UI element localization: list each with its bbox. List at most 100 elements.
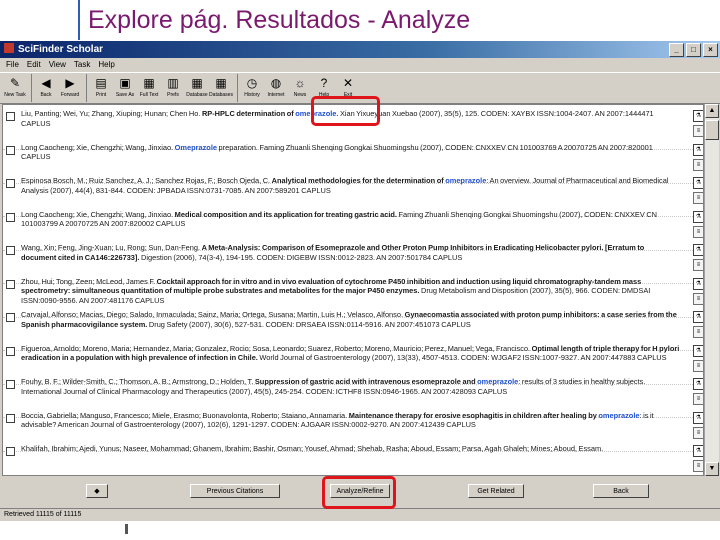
toolbar-label: New Task bbox=[4, 92, 26, 98]
citation-source: World Journal of Gastroenterology (2007)… bbox=[257, 353, 667, 363]
result-checkbox[interactable] bbox=[6, 212, 15, 222]
status-bar: Retrieved 11115 of 11115 bbox=[0, 508, 720, 520]
result-citation: Figueroa, Arnoldo; Moreno, Maria; Hernan… bbox=[21, 344, 681, 364]
document-icon[interactable]: ≡ bbox=[693, 393, 703, 405]
highlight-omeprazole-box bbox=[311, 96, 380, 126]
toolbar-button-internet[interactable]: ◍ Internet bbox=[265, 73, 287, 103]
toolbar-label: History bbox=[244, 92, 260, 98]
scroll-down-arrow-icon[interactable]: ▼ bbox=[705, 462, 719, 476]
toolbar-separator bbox=[31, 74, 32, 102]
vertical-scrollbar[interactable]: ▲ ▼ bbox=[704, 104, 719, 476]
document-icon[interactable]: ≡ bbox=[693, 259, 703, 271]
result-checkbox[interactable] bbox=[6, 413, 15, 423]
microscope-icon[interactable]: ⚗ bbox=[693, 378, 703, 390]
citation-highlight[interactable]: omeprazole bbox=[445, 176, 486, 185]
result-checkbox[interactable] bbox=[6, 313, 15, 322]
prefs-icon: ▥ bbox=[167, 76, 179, 90]
result-actions: ⚗ ≡ bbox=[693, 110, 703, 137]
microscope-icon[interactable]: ⚗ bbox=[693, 210, 703, 223]
citation-authors: Khalifah, Ibrahim; Ajedi, Yunus; Naseer,… bbox=[21, 444, 604, 453]
result-citation: Long Caocheng; Xie, Chengzhi; Wang, Jinx… bbox=[21, 143, 681, 163]
citation-title: Analytical methodologies for the determi… bbox=[271, 176, 446, 185]
toolbar-button-back[interactable]: ◀ Back bbox=[35, 73, 57, 103]
toolbar-button-databases[interactable]: ▦ Databases bbox=[209, 73, 233, 103]
result-checkbox[interactable] bbox=[6, 246, 15, 255]
citation-authors: Liu, Panting; Wei, Yu; Zhang, Xiuping; H… bbox=[21, 109, 202, 118]
menu-help[interactable]: Help bbox=[98, 58, 114, 71]
minimize-button[interactable]: _ bbox=[669, 43, 684, 57]
toolbar-button-news[interactable]: ☼ News bbox=[289, 73, 311, 103]
highlight-analyze-box bbox=[322, 476, 396, 509]
microscope-icon[interactable]: ⚗ bbox=[693, 344, 703, 357]
microscope-icon[interactable]: ⚗ bbox=[693, 277, 703, 290]
window-controls: _ □ × bbox=[669, 43, 718, 57]
result-citation: Espinosa Bosch, M.; Ruiz Sanchez, A. J.;… bbox=[21, 176, 681, 196]
document-icon[interactable]: ≡ bbox=[693, 460, 703, 472]
history-icon: ◷ bbox=[246, 76, 258, 90]
citation-title: Maintenance therapy for erosive esophagi… bbox=[348, 410, 599, 420]
toolbar-button-print[interactable]: ▤ Print bbox=[90, 73, 112, 103]
microscope-icon[interactable]: ⚗ bbox=[693, 143, 703, 156]
result-actions: ⚗ ≡ bbox=[693, 143, 703, 171]
result-checkbox[interactable] bbox=[6, 380, 15, 389]
menu-edit[interactable]: Edit bbox=[27, 58, 41, 71]
document-icon[interactable]: ≡ bbox=[693, 158, 703, 171]
results-list: Liu, Panting; Wei, Yu; Zhang, Xiuping; H… bbox=[2, 104, 704, 476]
result-checkbox[interactable] bbox=[6, 179, 15, 188]
menu-task[interactable]: Task bbox=[74, 58, 90, 71]
scroll-up-arrow-icon[interactable]: ▲ bbox=[705, 104, 719, 118]
get-related-button[interactable]: Get Related bbox=[468, 484, 524, 498]
toolbar-label: Databases bbox=[209, 92, 233, 98]
toolbar-separator bbox=[86, 74, 87, 102]
microscope-icon[interactable]: ⚗ bbox=[693, 110, 703, 122]
result-checkbox[interactable] bbox=[6, 447, 15, 456]
previous-citations-button[interactable]: Previous Citations bbox=[190, 484, 280, 498]
microscope-icon[interactable]: ⚗ bbox=[693, 244, 703, 256]
window-titlebar: SciFinder Scholar _ □ × bbox=[0, 41, 720, 58]
menu-view[interactable]: View bbox=[49, 58, 66, 71]
result-row[interactable]: Khalifah, Ibrahim; Ajedi, Yunus; Naseer,… bbox=[3, 442, 703, 475]
close-button[interactable]: × bbox=[703, 43, 718, 57]
microscope-icon[interactable]: ⚗ bbox=[693, 445, 703, 457]
toolbar-button-database[interactable]: ▦ Database bbox=[186, 73, 208, 103]
save-icon: ▣ bbox=[119, 76, 131, 90]
citation-title: Medical composition and its application … bbox=[174, 209, 397, 219]
document-icon[interactable]: ≡ bbox=[693, 326, 703, 338]
document-icon[interactable]: ≡ bbox=[693, 225, 703, 238]
document-icon[interactable]: ≡ bbox=[693, 292, 703, 305]
document-icon[interactable]: ≡ bbox=[693, 426, 703, 439]
toolbar-button-history[interactable]: ◷ History bbox=[241, 73, 263, 103]
result-citation: Boccia, Gabriella; Manguso, Francesco; M… bbox=[21, 411, 681, 431]
toolbar-button-save-as[interactable]: ▣ Save As bbox=[114, 73, 136, 103]
toolbar-button-full-text[interactable]: ▦ Full Text bbox=[138, 73, 160, 103]
microscope-icon[interactable]: ⚗ bbox=[693, 311, 703, 323]
scroll-thumb[interactable] bbox=[705, 120, 719, 140]
citation-authors: Fouhy, B. F.; Wilder-Smith, C.; Thomson,… bbox=[21, 377, 255, 386]
print-small-button[interactable]: ◆ bbox=[86, 484, 108, 498]
menu-file[interactable]: File bbox=[6, 58, 19, 71]
citation-highlight[interactable]: omeprazole bbox=[477, 377, 518, 386]
result-citation: Wang, Xin; Feng, Jing-Xuan; Lu, Rong; Su… bbox=[21, 243, 681, 263]
result-actions: ⚗ ≡ bbox=[693, 244, 703, 271]
toolbar-button-forward[interactable]: ▶ Forward bbox=[59, 73, 81, 103]
document-icon[interactable]: ≡ bbox=[693, 192, 703, 204]
citation-highlight[interactable]: Omeprazole bbox=[175, 143, 217, 152]
printer-icon: ◆ bbox=[94, 488, 100, 495]
maximize-button[interactable]: □ bbox=[686, 43, 701, 57]
citation-authors: Wang, Xin; Feng, Jing-Xuan; Lu, Rong; Su… bbox=[21, 243, 202, 252]
result-checkbox[interactable] bbox=[6, 145, 15, 155]
document-icon[interactable]: ≡ bbox=[693, 359, 703, 372]
toolbar-button-prefs[interactable]: ▥ Prefs bbox=[162, 73, 184, 103]
back-button[interactable]: Back bbox=[593, 484, 649, 498]
toolbar-label: Back bbox=[40, 92, 52, 98]
document-icon[interactable]: ≡ bbox=[693, 125, 703, 137]
microscope-icon[interactable]: ⚗ bbox=[693, 177, 703, 189]
result-checkbox[interactable] bbox=[6, 279, 15, 289]
result-actions: ⚗ ≡ bbox=[693, 445, 703, 472]
microscope-icon[interactable]: ⚗ bbox=[693, 411, 703, 424]
toolbar-button-new-task[interactable]: ✎ New Task bbox=[4, 73, 26, 103]
citation-highlight[interactable]: omeprazole bbox=[598, 411, 639, 420]
database-icon-2: ▦ bbox=[215, 76, 227, 90]
result-checkbox[interactable] bbox=[6, 346, 15, 356]
result-checkbox[interactable] bbox=[6, 112, 15, 121]
